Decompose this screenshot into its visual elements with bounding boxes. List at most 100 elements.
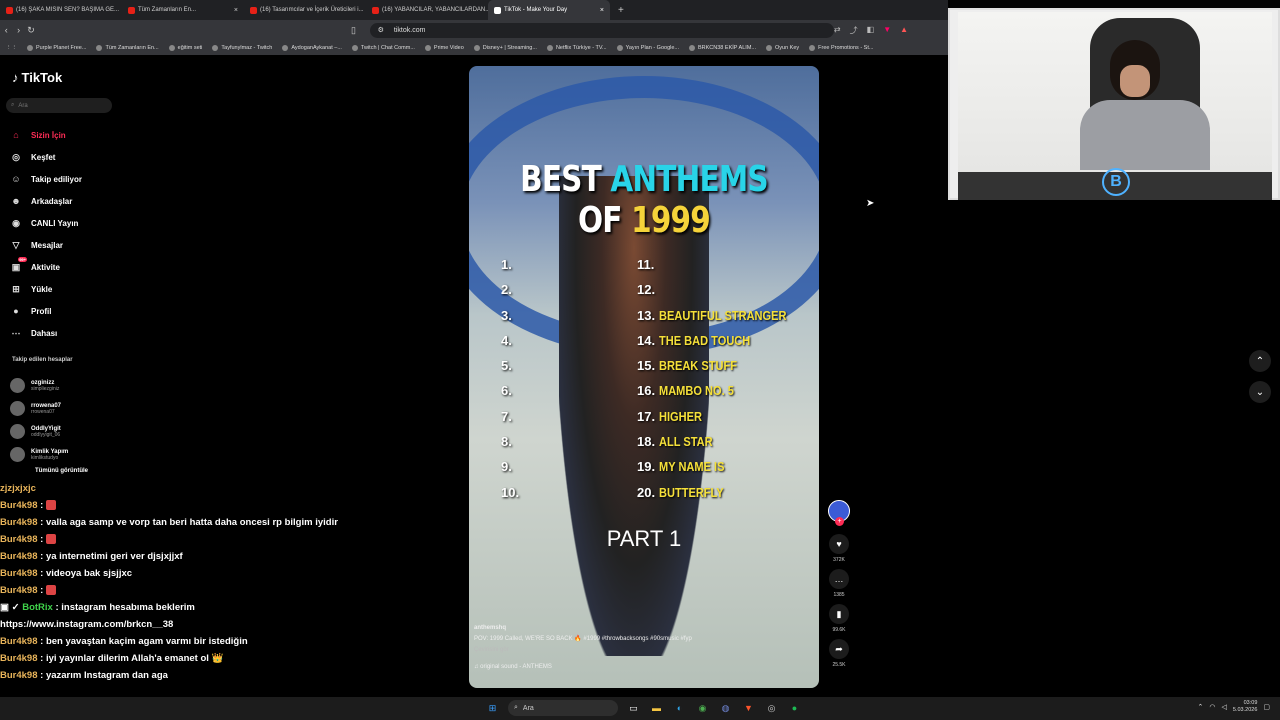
edge-icon[interactable]: ◐ <box>672 701 687 716</box>
bookmark-item[interactable]: Oyun Key <box>765 44 799 51</box>
brave-rewards-icon[interactable]: ▲ <box>900 25 908 36</box>
sidebar-item-sizin-i-in[interactable]: ⌂ Sizin İçin <box>10 124 120 146</box>
rank-number: 6. <box>501 383 512 399</box>
brave-shield-icon[interactable]: ▼ <box>883 25 891 36</box>
sidebar-item-arkada-lar[interactable]: ☻ Arkadaşlar <box>10 190 120 212</box>
share-button[interactable]: ➦ 25.5K <box>826 639 852 668</box>
bookmark-item[interactable]: Free Promotions - St... <box>809 44 874 51</box>
account-text: rrowena07 rrowena07 <box>31 403 61 415</box>
sound-link[interactable]: ♫ original sound - ANTHEMS <box>474 662 814 673</box>
video-author[interactable]: anthemshq <box>474 623 814 634</box>
sidebar-item-mesajlar[interactable]: ▽ Mesajlar <box>10 234 120 256</box>
rank-row: 17. HIGHER <box>637 404 809 429</box>
bookmark-label: Free Promotions - St... <box>818 44 874 51</box>
sidebar-item-profil[interactable]: ● Profil <box>10 300 120 322</box>
bookmark-favicon-icon <box>212 44 219 51</box>
new-tab-icon[interactable]: + <box>610 5 632 16</box>
brave-icon[interactable]: ▼ <box>741 701 756 716</box>
following-account[interactable]: OddlyYigit oddlyyigit_06 <box>10 420 88 443</box>
avatar <box>10 378 25 393</box>
taskbar-search[interactable]: ⌕ Ara <box>508 700 618 716</box>
creator-avatar[interactable]: + <box>828 500 850 526</box>
browser-tab[interactable]: (16) YABANCILAR, YABANCILARDAN...× <box>366 0 488 20</box>
sidebar-item-ke-fet[interactable]: ◎ Keşfet <box>10 146 120 168</box>
bookmark-item[interactable]: Yayın Plan - Google... <box>616 44 679 51</box>
bookmark-item[interactable]: Tayfunylmaz - Twitch <box>212 44 272 51</box>
translate-link[interactable]: Çevirisini gör <box>474 645 814 656</box>
bookmark-item[interactable]: Twitch | Chat Comm... <box>351 44 415 51</box>
url-field[interactable]: ⚙ tiktok.com <box>369 22 834 38</box>
tray-overflow-icon[interactable]: ⌃ <box>1198 703 1204 711</box>
bot-badge-icon: ▣ ✓ <box>0 602 23 613</box>
bookmark-item[interactable]: Purple Planet Free... <box>27 44 87 51</box>
following-account[interactable]: ozginizz simpliezginiz <box>10 374 88 397</box>
video-player[interactable]: BEST ANTHEMS OF 1999 1. 2. 3. 4. 5. 6. 7. 8. 9. 1… <box>469 66 819 688</box>
notifications-icon[interactable]: ▢ <box>1263 703 1270 711</box>
close-icon[interactable]: × <box>234 7 238 14</box>
translate-icon[interactable]: ⇄ <box>834 25 841 36</box>
sidebar-item-label: Aktivite <box>31 262 60 272</box>
see-all-link[interactable]: Tümünü görüntüle <box>35 468 88 474</box>
bookmark-item[interactable]: Disney+ | Streaming... <box>473 44 537 51</box>
sidebar-item-label: Profil <box>31 306 52 316</box>
bookmark-label: Purple Planet Free... <box>36 44 87 51</box>
browser-tab[interactable]: TikTok - Make Your Day × <box>488 0 610 20</box>
tiktok-logo[interactable]: ♪ TikTok <box>12 70 62 85</box>
apps-grid-icon[interactable]: ⋮⋮ <box>6 45 17 51</box>
browser-tab[interactable]: Tüm Zamanların En... × <box>122 0 244 20</box>
bookmark-item[interactable]: eğitim seti <box>168 44 202 51</box>
bookmark-item[interactable]: BRKCN38 EKİP ALIM... <box>689 44 756 51</box>
network-icon[interactable]: ◠ <box>1209 703 1215 711</box>
following-list: ozginizz simpliezginiz rrowena07 rrowena07 O… <box>10 374 88 474</box>
rank-song: MY NAME IS <box>659 459 725 475</box>
reload-icon[interactable]: ↻ <box>25 25 37 36</box>
sidebar-item-canli-yay-n[interactable]: ◉ CANLI Yayın <box>10 212 120 234</box>
obs-icon[interactable]: ◎ <box>764 701 779 716</box>
browser-tab[interactable]: (16) Tasarımcılar ve İçerik Üreticileri … <box>244 0 366 20</box>
sidebar-item-dahas-[interactable]: ⋯ Dahası <box>10 322 120 344</box>
sidebar-item-y-kle[interactable]: ⊞ Yükle <box>10 278 120 300</box>
url-text: tiktok.com <box>393 26 426 34</box>
live-icon: ◉ <box>12 217 20 228</box>
next-video-button[interactable]: ⌄ <box>1249 381 1271 403</box>
sidebar-item-aktivite[interactable]: ▣ 99+ Aktivite <box>10 256 120 278</box>
chat-username: BotRix <box>22 602 53 613</box>
sidebar-item-label: Sizin İçin <box>31 130 66 140</box>
forward-icon[interactable]: › <box>12 25 24 35</box>
follow-plus-icon[interactable]: + <box>835 517 844 526</box>
browser-tab[interactable]: (16) ŞAKA MISIN SEN? BAŞIMA GE...× <box>0 0 122 20</box>
sidebar-item-takip-ediliyor[interactable]: ☺ Takip ediliyor <box>10 168 120 190</box>
bookmark-item[interactable]: Netflix Türkiye - TV... <box>546 44 607 51</box>
discord-icon[interactable]: ◍ <box>718 701 733 716</box>
extension-icon[interactable]: ◧ <box>867 25 875 36</box>
comment-button[interactable]: … 1385 <box>826 569 852 598</box>
home-icon: ⌂ <box>13 130 19 140</box>
back-icon[interactable]: ‹ <box>0 25 12 35</box>
spotify-icon[interactable]: ● <box>787 701 802 716</box>
windows-start-icon[interactable]: ⊞ <box>485 701 500 716</box>
bookmark-item[interactable]: AydoganAykanat –... <box>282 44 342 51</box>
chrome-icon[interactable]: ◉ <box>695 701 710 716</box>
chat-emote-icon <box>45 500 56 511</box>
previous-video-button[interactable]: ⌃ <box>1249 350 1271 372</box>
save-button[interactable]: ▮ 99.6K <box>826 604 852 633</box>
rank-song: ALL STAR <box>659 434 713 450</box>
bookmark-item[interactable]: Prime Video <box>424 44 464 51</box>
chat-separator: : <box>37 517 46 528</box>
task-view-icon[interactable]: ▭ <box>626 701 641 716</box>
file-explorer-icon[interactable]: ▬ <box>649 701 664 716</box>
bookmark-favicon-icon <box>616 44 623 51</box>
following-account[interactable]: rrowena07 rrowena07 <box>10 397 88 420</box>
site-info-icon[interactable]: ⚙ <box>378 26 384 34</box>
bookmark-star-icon[interactable]: ▯ <box>347 25 359 36</box>
search-input[interactable]: ⌕ Ara <box>6 98 112 113</box>
like-button[interactable]: ♥ 372K <box>826 534 852 563</box>
chat-text: yazarım Instagram dan aga <box>45 670 168 681</box>
bookmark-item[interactable]: Tüm Zamanların En... <box>96 44 159 51</box>
close-icon[interactable]: × <box>600 7 604 14</box>
clock[interactable]: 03:09 5.03.2026 <box>1233 700 1257 714</box>
volume-icon[interactable]: ◁ <box>1222 703 1227 711</box>
share-icon[interactable]: ⤴ <box>850 25 858 36</box>
bookmark-favicon-icon <box>424 44 431 51</box>
following-account[interactable]: Kimlik Yapım kimlikstudyo <box>10 443 88 466</box>
